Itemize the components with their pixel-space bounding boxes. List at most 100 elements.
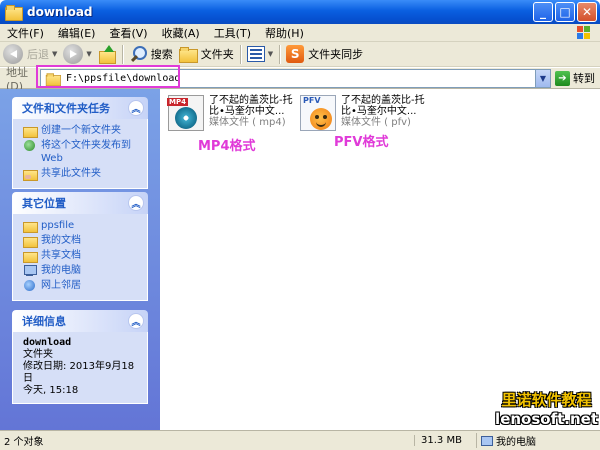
folder-icon <box>178 46 198 63</box>
file-info: 了不起的盖茨比-托 比•马奎尔中文... 媒体文件 ( pfv) <box>341 95 425 131</box>
file-name-cont: 比•马奎尔中文... <box>341 106 417 117</box>
search-label: 搜索 <box>150 48 173 61</box>
search-button[interactable]: 搜索 <box>126 43 176 65</box>
windows-logo-icon <box>577 26 590 39</box>
place-label: 我的文档 <box>41 235 81 246</box>
collapse-icon[interactable]: ︽ <box>128 195 144 211</box>
toolbar-separator <box>239 44 241 64</box>
window-controls: _ □ ✕ <box>533 2 597 22</box>
place-my-documents[interactable]: 我的文档 <box>23 234 139 248</box>
collapse-icon[interactable]: ︽ <box>128 100 144 116</box>
file-tag: PFV <box>303 96 321 105</box>
chevron-down-icon[interactable]: ▼ <box>86 50 91 58</box>
panel-body: download 文件夹 修改日期: 2013年9月18日 今天, 15:18 <box>12 332 148 404</box>
shared-documents-icon <box>23 249 38 263</box>
task-share-folder[interactable]: 共享此文件夹 <box>23 167 139 181</box>
object-count: 2 个对象 <box>4 437 44 448</box>
menu-view[interactable]: 查看(V) <box>102 25 154 41</box>
web-publish-icon <box>23 139 37 152</box>
network-icon <box>23 279 37 292</box>
chevron-down-icon[interactable]: ▼ <box>52 50 57 58</box>
menu-tools[interactable]: 工具(T) <box>207 25 258 41</box>
folder-icon <box>23 219 38 233</box>
file-type: 媒体文件 ( pfv) <box>341 117 411 128</box>
place-my-computer[interactable]: 我的电脑 <box>23 264 139 277</box>
smiley-icon <box>310 108 332 130</box>
panel-header[interactable]: 详细信息 ︽ <box>12 310 148 332</box>
pfv-file-icon: PFV <box>300 95 336 131</box>
menu-edit[interactable]: 编辑(E) <box>51 25 103 41</box>
folders-button[interactable]: 文件夹 <box>176 43 237 65</box>
panel-title: 其它位置 <box>22 197 66 210</box>
folder-sync-button[interactable]: S 文件夹同步 <box>283 43 366 65</box>
go-arrow-icon: ➔ <box>555 70 570 86</box>
panel-header[interactable]: 其它位置 ︽ <box>12 192 148 214</box>
chevron-down-icon[interactable]: ▼ <box>268 50 273 58</box>
place-shared-documents[interactable]: 共享文档 <box>23 249 139 263</box>
watermark-title: 里诺软件教程 <box>501 391 592 409</box>
task-publish-web[interactable]: 将这个文件夹发布到 Web <box>23 139 139 165</box>
panel-body: 创建一个新文件夹 将这个文件夹发布到 Web 共享此文件夹 <box>12 119 148 189</box>
mp4-caption: MP4格式 <box>198 139 256 154</box>
minimize-button[interactable]: _ <box>533 2 553 22</box>
views-icon <box>246 46 265 62</box>
place-label: 我的电脑 <box>41 265 81 276</box>
up-folder-button[interactable] <box>95 43 119 65</box>
file-item-pfv[interactable]: PFV 了不起的盖茨比-托 比•马奎尔中文... 媒体文件 ( pfv) <box>300 95 425 131</box>
folder-sync-icon: S <box>286 45 305 63</box>
toolbar-separator <box>279 44 281 64</box>
search-icon <box>129 45 147 63</box>
file-item-mp4[interactable]: MP4 了不起的盖茨比-托 比•马奎尔中文... 媒体文件 ( mp4) <box>167 95 293 131</box>
maximize-button[interactable]: □ <box>555 2 575 22</box>
film-reel-icon <box>175 107 197 129</box>
address-bar: 地址(D) F:\ppsfile\download ▼ ➔ 转到 <box>0 66 600 93</box>
menu-file[interactable]: 文件(F) <box>0 25 51 41</box>
address-dropdown-button[interactable]: ▼ <box>535 70 550 87</box>
file-tasks-panel: 文件和文件夹任务 ︽ 创建一个新文件夹 将这个文件夹发布到 Web 共享此文件夹 <box>12 97 148 189</box>
detail-modified-time: 今天, 15:18 <box>23 385 79 396</box>
go-button[interactable]: ➔ 转到 <box>555 70 595 86</box>
watermark: 里诺软件教程 lenosoft.net <box>495 389 598 428</box>
menu-favorites[interactable]: 收藏(A) <box>155 25 207 41</box>
menu-help[interactable]: 帮助(H) <box>258 25 311 41</box>
collapse-icon[interactable]: ︽ <box>128 313 144 329</box>
place-ppsfile[interactable]: ppsfile <box>23 219 139 233</box>
share-folder-icon <box>23 167 38 181</box>
task-label: 创建一个新文件夹 <box>41 125 121 136</box>
address-input[interactable]: F:\ppsfile\download ▼ <box>40 69 551 88</box>
detail-modified: 修改日期: 2013年9月18日 <box>23 361 135 384</box>
place-label: ppsfile <box>41 220 75 231</box>
task-new-folder[interactable]: 创建一个新文件夹 <box>23 124 139 138</box>
file-name-cont: 比•马奎尔中文... <box>209 106 285 117</box>
my-computer-icon <box>23 264 37 277</box>
back-button[interactable]: 后退 ▼ <box>0 43 60 65</box>
detail-type: 文件夹 <box>23 349 53 360</box>
mp4-file-icon: MP4 <box>167 95 204 131</box>
close-button[interactable]: ✕ <box>577 2 597 22</box>
file-info: 了不起的盖茨比-托 比•马奎尔中文... 媒体文件 ( mp4) <box>209 95 293 131</box>
file-type: 媒体文件 ( mp4) <box>209 117 286 128</box>
new-folder-icon <box>23 124 38 138</box>
go-label: 转到 <box>573 72 595 85</box>
panel-header[interactable]: 文件和文件夹任务 ︽ <box>12 97 148 119</box>
address-value[interactable]: F:\ppsfile\download <box>66 73 180 84</box>
views-button[interactable]: ▼ <box>244 43 276 65</box>
task-label: 将这个文件夹发布到 Web <box>41 140 131 164</box>
panel-body: ppsfile 我的文档 共享文档 我的电脑 网上邻居 <box>12 214 148 301</box>
task-label: 共享此文件夹 <box>41 168 101 179</box>
place-label: 共享文档 <box>41 250 81 261</box>
place-network[interactable]: 网上邻居 <box>23 279 139 292</box>
toolbar-separator <box>121 44 123 64</box>
forward-button[interactable]: ▼ <box>60 43 94 65</box>
details-panel: 详细信息 ︽ download 文件夹 修改日期: 2013年9月18日 今天,… <box>12 310 148 404</box>
watermark-url: lenosoft.net <box>495 410 598 428</box>
folders-label: 文件夹 <box>200 48 234 61</box>
location-label: 我的电脑 <box>496 437 536 448</box>
file-name: 了不起的盖茨比-托 <box>341 95 425 106</box>
place-label: 网上邻居 <box>41 280 81 291</box>
file-list: MP4 了不起的盖茨比-托 比•马奎尔中文... 媒体文件 ( mp4) MP4… <box>160 89 600 430</box>
file-tag: MP4 <box>167 98 188 106</box>
detail-name: download <box>23 337 72 348</box>
folder-icon <box>5 5 23 21</box>
my-documents-icon <box>23 234 38 248</box>
